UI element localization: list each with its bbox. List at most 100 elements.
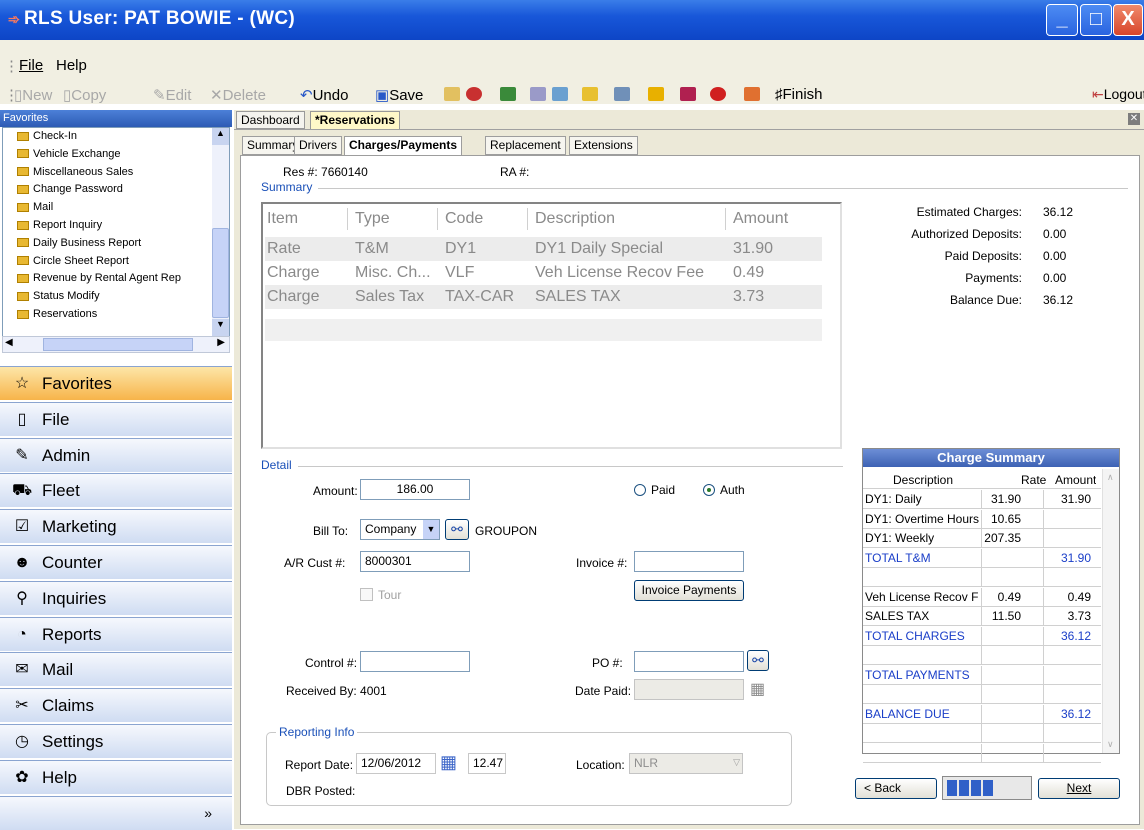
- nav-reports[interactable]: ◔ Reports: [0, 616, 232, 651]
- maximize-button[interactable]: □: [1080, 4, 1112, 36]
- card-icon[interactable]: [648, 87, 664, 101]
- tab-charges-payments[interactable]: Charges/Payments: [344, 136, 463, 155]
- scroll-thumb[interactable]: [212, 228, 229, 318]
- nav-admin[interactable]: ✎ Admin: [0, 437, 232, 472]
- calendar-icon[interactable]: ▦: [440, 752, 457, 773]
- tab-replacement[interactable]: Replacement: [485, 136, 566, 155]
- menu-file[interactable]: File: [19, 57, 43, 74]
- paid-radio[interactable]: Paid: [634, 483, 675, 497]
- network-icon[interactable]: [530, 87, 546, 101]
- favorite-item[interactable]: Miscellaneous Sales: [17, 165, 133, 183]
- calendar-icon[interactable]: ▦: [750, 679, 765, 699]
- report-date-input[interactable]: 12/06/2012: [356, 753, 436, 774]
- save-button[interactable]: ▣Save: [375, 86, 423, 104]
- favorites-horizontal-scrollbar[interactable]: ◀ ▶: [2, 336, 230, 353]
- grid-column-header[interactable]: Type: [355, 210, 390, 228]
- tab-extensions[interactable]: Extensions: [569, 136, 638, 155]
- ar-cust-input[interactable]: 8000301: [360, 551, 470, 572]
- edit-button[interactable]: ✎Edit: [153, 86, 191, 104]
- location-select[interactable]: NLR ▽: [629, 753, 743, 774]
- wand-icon[interactable]: [582, 87, 598, 101]
- date-paid-input[interactable]: [634, 679, 744, 700]
- nav-marketing[interactable]: ☑ Marketing: [0, 509, 232, 544]
- report-time-input[interactable]: 12.47: [468, 753, 506, 774]
- copy-button[interactable]: ▯Copy: [63, 86, 106, 104]
- auth-radio-icon: [703, 484, 715, 496]
- back-button[interactable]: < Back: [855, 778, 937, 799]
- stop-icon[interactable]: [710, 87, 726, 101]
- charge-summary-panel[interactable]: Charge Summary Description Rate Amount DY1…: [862, 448, 1120, 763]
- control-input[interactable]: [360, 651, 470, 672]
- auth-radio[interactable]: Auth: [703, 483, 745, 497]
- finish-button[interactable]: ♯Finish: [775, 86, 823, 103]
- tab-reservations[interactable]: *Reservations: [310, 111, 401, 129]
- favorite-item[interactable]: Revenue by Rental Agent Rep: [17, 271, 181, 289]
- nav-settings[interactable]: ◷ Settings: [0, 724, 232, 758]
- control-label: Control #:: [305, 656, 358, 670]
- total-value: 36.12: [1043, 293, 1074, 307]
- scroll-down-icon[interactable]: ▼: [212, 319, 229, 336]
- grid-column-header[interactable]: Code: [445, 210, 483, 228]
- favorite-item[interactable]: Mail: [17, 200, 53, 218]
- tour-checkbox[interactable]: Tour: [360, 588, 401, 602]
- nav-help[interactable]: ✿ Help: [0, 759, 232, 794]
- scroll-left-icon[interactable]: ◀: [5, 337, 13, 348]
- favorite-item[interactable]: Vehicle Exchange: [17, 147, 120, 165]
- scroll-up-icon[interactable]: ▲: [212, 128, 229, 145]
- folder-icon: [17, 131, 29, 141]
- favorite-item[interactable]: Report Inquiry: [17, 218, 102, 236]
- close-tab-icon[interactable]: ✕: [1128, 113, 1140, 125]
- nav-file[interactable]: ▯ File: [0, 401, 232, 436]
- favorite-item[interactable]: Circle Sheet Report: [17, 254, 129, 272]
- book-icon[interactable]: [444, 87, 460, 101]
- invoice-payments-button[interactable]: Invoice Payments: [634, 580, 744, 601]
- tag-icon[interactable]: [552, 87, 568, 101]
- grid-column-header[interactable]: Description: [535, 210, 615, 228]
- document-icon[interactable]: [614, 87, 630, 101]
- logout-button[interactable]: ⇤Logout: [1092, 86, 1144, 103]
- scroll-thumb-horizontal[interactable]: [43, 338, 193, 351]
- minimize-button[interactable]: _: [1046, 4, 1078, 36]
- truck-icon[interactable]: [680, 87, 696, 101]
- scroll-right-icon[interactable]: ▶: [217, 337, 225, 348]
- no-entry-icon[interactable]: [466, 87, 482, 101]
- nav-favorites[interactable]: ☆ Favorites: [0, 366, 232, 400]
- amount-input[interactable]: 186.00: [360, 479, 470, 500]
- nav-inquiries[interactable]: ⚲ Inquiries: [0, 580, 232, 615]
- new-button[interactable]: ▯New: [14, 86, 52, 104]
- grid-cell: 0.49: [733, 264, 765, 281]
- bill-to-select[interactable]: Company ▼: [360, 519, 440, 540]
- favorite-item[interactable]: Reservations: [17, 307, 97, 325]
- nav-claims[interactable]: ✂ Claims: [0, 688, 232, 723]
- nav-fleet[interactable]: ⛟ Fleet: [0, 473, 232, 508]
- nav-counter[interactable]: ☻ Counter: [0, 545, 232, 579]
- invoice-input[interactable]: [634, 551, 744, 572]
- favorites-vertical-scrollbar[interactable]: ▲ ▼: [212, 128, 229, 336]
- undo-button[interactable]: ↶Undo: [300, 86, 348, 104]
- po-input[interactable]: [634, 651, 744, 672]
- ra-number-label: RA #:: [500, 165, 530, 179]
- next-button[interactable]: Next: [1038, 778, 1120, 799]
- favorite-item[interactable]: Check-In: [17, 129, 77, 147]
- menu-help[interactable]: Help: [56, 57, 87, 74]
- grid-column-header[interactable]: Item: [267, 210, 298, 228]
- nav-more-button[interactable]: »: [0, 795, 232, 830]
- favorite-item[interactable]: Status Modify: [17, 289, 100, 307]
- toolbar: ⋮ ▯New ▯Copy ✎Edit ✕Delete ↶Undo ▣Save ♯…: [0, 82, 1144, 104]
- car-icon[interactable]: [500, 87, 516, 101]
- nav-mail[interactable]: ✉ Mail: [0, 652, 232, 687]
- summary-grid[interactable]: Item Type Code Description Amount Rate T&M DY1…: [261, 202, 842, 449]
- favorite-item[interactable]: Change Password: [17, 182, 123, 200]
- tab-dashboard[interactable]: Dashboard: [236, 111, 305, 129]
- charge-summary-scrollbar[interactable]: ∧ ∨: [1102, 469, 1119, 753]
- close-window-button[interactable]: X: [1113, 4, 1143, 36]
- arrow-icon[interactable]: [744, 87, 760, 101]
- folder-icon: [17, 273, 29, 283]
- po-lookup-button[interactable]: ⚯: [747, 650, 769, 671]
- grid-column-header[interactable]: Amount: [733, 210, 788, 228]
- delete-button[interactable]: ✕Delete: [210, 86, 266, 104]
- tab-drivers[interactable]: Drivers: [294, 136, 342, 155]
- finish-icon: ♯: [775, 86, 783, 103]
- bill-to-lookup-button[interactable]: ⚯: [445, 519, 469, 540]
- favorite-item[interactable]: Daily Business Report: [17, 236, 141, 254]
